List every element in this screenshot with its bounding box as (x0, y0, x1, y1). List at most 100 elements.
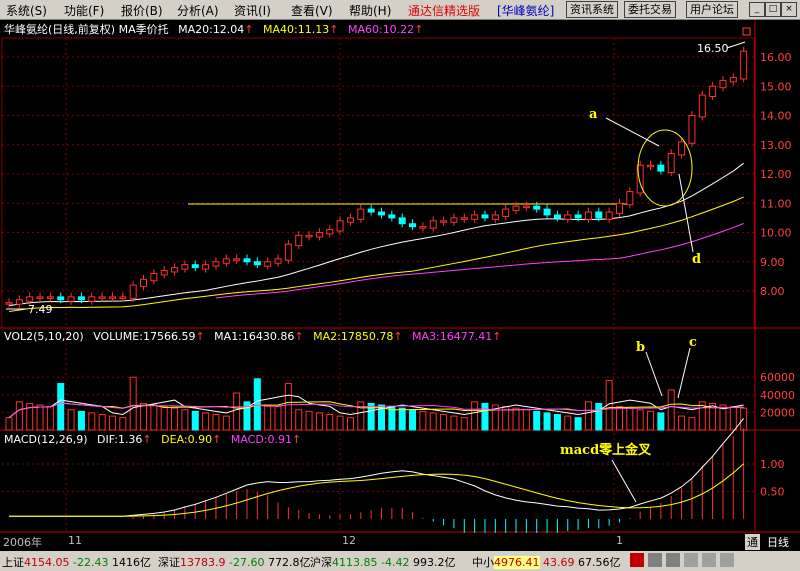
status-zx[interactable]: 中小4976.41 43.69 67.56亿 (472, 554, 621, 570)
annotation-d-pointer (678, 173, 694, 253)
y-tick-label: 9.00 (760, 256, 785, 269)
volume-bar (729, 406, 737, 431)
candle-body (202, 264, 210, 270)
volume-bar (98, 414, 106, 431)
volume-bar (140, 402, 148, 431)
candle-body (626, 191, 634, 206)
volume-bar (678, 415, 686, 431)
volume-bar (150, 404, 158, 431)
volume-bar (460, 417, 468, 431)
y-tick-label: 12.00 (760, 168, 792, 181)
volume-ma-lines (8, 394, 744, 419)
candle-body (419, 226, 427, 229)
up-arrow-icon: ↑ (492, 330, 502, 343)
candle-body (605, 211, 613, 220)
dea-label: DEA:0.90 (161, 433, 213, 446)
status-icon[interactable] (720, 553, 734, 567)
candle-body (688, 115, 696, 144)
candle-body (729, 76, 737, 83)
volume-bar (584, 401, 592, 431)
candle-body (719, 79, 727, 89)
annotation-c: c (689, 335, 697, 350)
status-icon[interactable] (684, 553, 698, 567)
candle-body (667, 153, 675, 174)
tab-daily[interactable]: 日线 (767, 534, 789, 550)
volume-bar (181, 409, 189, 431)
candle-body (584, 211, 592, 220)
candle-body (191, 264, 199, 269)
candle-body (108, 296, 116, 299)
candle-body (160, 270, 168, 276)
candle-body (574, 214, 582, 219)
volume-bar (667, 389, 675, 431)
time-axis: 2006年 11 12 1 通 日线 (0, 533, 800, 550)
candle-body (243, 258, 251, 263)
macd-legend: MACD(12,26,9) DIF:1.36↑ DEA:0.90↑ MACD:0… (4, 433, 307, 446)
y-tick-label: 20000 (760, 406, 795, 419)
candle-body (129, 284, 137, 299)
volume-bar (336, 415, 344, 431)
volume-bar (77, 410, 85, 431)
status-icon[interactable] (648, 553, 662, 567)
candle-body (46, 296, 54, 299)
candle-body (315, 232, 323, 238)
volume-bar (119, 417, 127, 431)
candle-body (553, 214, 561, 219)
up-arrow-icon: ↑ (212, 433, 222, 446)
volume-bar (264, 404, 272, 431)
volume-bar (409, 409, 417, 431)
ma60-label: MA60:10.22 (347, 23, 415, 36)
y-tick-label: 60000 (760, 371, 795, 384)
volume-bar (222, 415, 230, 431)
candle-body (222, 258, 230, 264)
candle-body (233, 258, 241, 261)
volume-bar (440, 414, 448, 431)
status-bar: 上证4154.05 -22.43 1416亿 深证13783.9 -27.60 … (0, 551, 800, 571)
volume-bar (595, 402, 603, 431)
candle-body (264, 261, 272, 267)
ma20-label: MA20:12.04 (178, 23, 245, 36)
panel-expand-icon[interactable] (742, 27, 751, 36)
status-icon[interactable] (666, 553, 680, 567)
volume-legend: VOL2(5,10,20) VOLUME:17566.59↑ MA1:16430… (4, 330, 507, 343)
volume-bars (5, 376, 748, 431)
volume-bar (657, 412, 665, 431)
status-icon[interactable] (702, 553, 716, 567)
volume-bar (171, 407, 179, 431)
volume-bar (481, 402, 489, 431)
volume-bar (274, 406, 282, 431)
volume-bar (357, 401, 365, 431)
y-tick-label: 10.00 (760, 227, 792, 240)
volume-bar (512, 407, 520, 431)
volume-bar (315, 412, 323, 431)
volume-bar (191, 410, 199, 431)
up-arrow-icon: ↑ (244, 23, 254, 36)
vol-ma3-label: MA3:16477.41 (412, 330, 493, 343)
candle-body (181, 264, 189, 270)
volume-label: VOLUME:17566.59 (93, 330, 196, 343)
kline-chart: 16.0015.0014.0013.0012.0011.0010.009.008… (0, 20, 800, 547)
candle-body (378, 211, 385, 216)
candle-body (698, 94, 706, 118)
volume-bar (67, 409, 75, 431)
candle-body (88, 296, 96, 302)
vol-ma1-label: MA1:16430.86 (214, 330, 295, 343)
volume-bar (46, 406, 54, 431)
tab-tong[interactable]: 通 (745, 534, 760, 550)
candle-body (491, 214, 499, 220)
ma20-line (8, 162, 744, 307)
status-sh[interactable]: 上证4154.05 -22.43 1416亿 (2, 554, 151, 570)
y-axis-ticks: 16.00 15.00 14.00 13.00 12.00 11.00 10.00 9.00 8… (760, 51, 795, 499)
volume-bar (160, 406, 168, 431)
status-sz[interactable]: 深证13783.9 -27.60 772.8亿 (158, 554, 310, 570)
status-hs[interactable]: 沪深4113.85 -4.42 993.2亿 (310, 554, 455, 570)
volume-bar (647, 410, 655, 431)
high-price-arrow (726, 41, 746, 49)
status-icon[interactable] (630, 553, 644, 567)
candle-body (98, 296, 106, 299)
time-label-nov: 11 (68, 534, 82, 547)
highlight-circle (637, 129, 693, 207)
up-arrow-icon: ↑ (393, 330, 403, 343)
volume-bar (284, 383, 292, 431)
y-tick-label: 15.00 (760, 80, 792, 93)
